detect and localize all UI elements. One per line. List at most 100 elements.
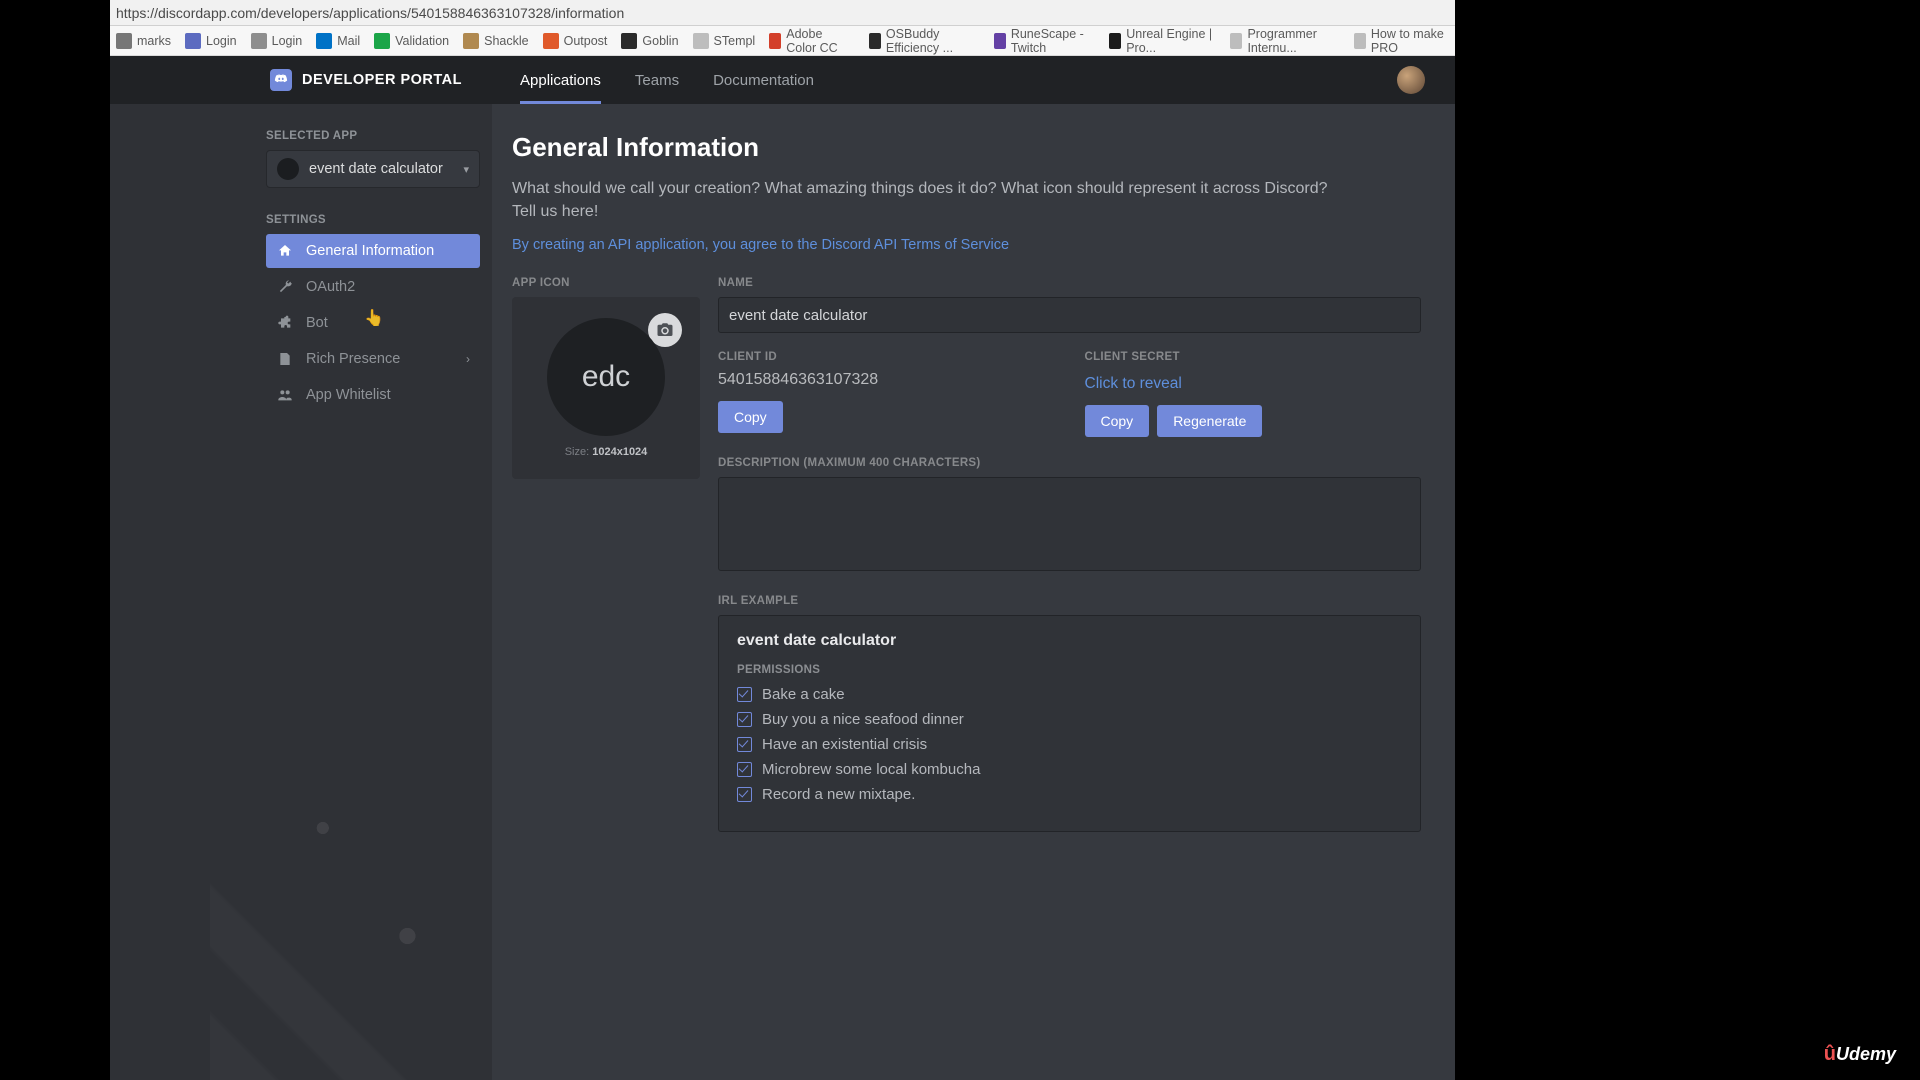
favicon-icon	[251, 33, 267, 49]
copy-client-id-button[interactable]: Copy	[718, 401, 783, 433]
main-content: General Information What should we call …	[492, 104, 1455, 1080]
client-id-label: CLIENT ID	[718, 351, 1055, 363]
nav-links: Applications Teams Documentation	[520, 56, 814, 104]
bookmark-label: Login	[206, 34, 237, 48]
sidebar-item-label: Rich Presence	[306, 351, 400, 367]
irl-app-name: event date calculator	[737, 632, 1402, 650]
permission-label: Buy you a nice seafood dinner	[762, 711, 964, 728]
camera-icon	[656, 321, 674, 339]
selected-app-heading: SELECTED APP	[266, 130, 480, 142]
letterbox-left	[0, 0, 110, 1080]
permission-item: Buy you a nice seafood dinner	[737, 711, 1402, 728]
bookmark-item[interactable]: Unreal Engine | Pro...	[1109, 27, 1216, 55]
discord-logo-icon	[270, 69, 292, 91]
chevron-right-icon: ›	[466, 352, 470, 366]
bookmark-item[interactable]: Programmer Internu...	[1230, 27, 1340, 55]
nav-documentation[interactable]: Documentation	[713, 56, 814, 104]
favicon-icon	[463, 33, 479, 49]
bookmark-label: Login	[272, 34, 303, 48]
bookmark-item[interactable]: RuneScape - Twitch	[994, 27, 1095, 55]
favicon-icon	[1230, 33, 1242, 49]
app-root: DEVELOPER PORTAL Applications Teams Docu…	[110, 56, 1455, 1080]
bookmark-item[interactable]: OSBuddy Efficiency ...	[869, 27, 980, 55]
permission-item: Have an existential crisis	[737, 736, 1402, 753]
top-nav: DEVELOPER PORTAL Applications Teams Docu…	[110, 56, 1455, 104]
bookmark-item[interactable]: marks	[116, 33, 171, 49]
sidebar-item-label: App Whitelist	[306, 387, 391, 403]
bookmark-label: Adobe Color CC	[786, 27, 855, 55]
bookmark-item[interactable]: Adobe Color CC	[769, 27, 855, 55]
bookmark-item[interactable]: Outpost	[543, 33, 608, 49]
bookmark-item[interactable]: Shackle	[463, 33, 528, 49]
bookmark-item[interactable]: Validation	[374, 33, 449, 49]
app-icon-label: APP ICON	[512, 277, 700, 289]
page-title: General Information	[512, 132, 1421, 163]
sidebar-item-general-information[interactable]: General Information	[266, 234, 480, 268]
name-input[interactable]	[718, 297, 1421, 333]
sidebar-item-app-whitelist[interactable]: App Whitelist	[266, 378, 480, 412]
sidebar: SELECTED APP event date calculator ▾ SET…	[110, 104, 492, 1080]
favicon-icon	[869, 33, 881, 49]
nav-applications[interactable]: Applications	[520, 56, 601, 104]
bookmark-item[interactable]: Goblin	[621, 33, 678, 49]
permission-label: Record a new mixtape.	[762, 786, 915, 803]
bookmark-label: STempl	[714, 34, 756, 48]
client-id-value: 540158846363107328	[718, 371, 1055, 389]
permission-item: Bake a cake	[737, 686, 1402, 703]
favicon-icon	[316, 33, 332, 49]
favicon-icon	[621, 33, 637, 49]
bookmark-item[interactable]: STempl	[693, 33, 756, 49]
bookmark-label: Shackle	[484, 34, 528, 48]
bookmark-label: Mail	[337, 34, 360, 48]
bookmark-label: Validation	[395, 34, 449, 48]
reveal-secret-link[interactable]: Click to reveal	[1085, 375, 1182, 393]
copy-client-secret-button[interactable]: Copy	[1085, 405, 1150, 437]
regenerate-secret-button[interactable]: Regenerate	[1157, 405, 1262, 437]
tos-link[interactable]: By creating an API application, you agre…	[512, 237, 1421, 253]
irl-example-card: event date calculator PERMISSIONS Bake a…	[718, 615, 1421, 832]
browser-url-bar[interactable]: https://discordapp.com/developers/applic…	[110, 0, 1455, 26]
letterbox-right	[1455, 0, 1920, 1080]
brand[interactable]: DEVELOPER PORTAL	[110, 69, 490, 91]
people-icon	[276, 386, 294, 404]
user-avatar[interactable]	[1397, 66, 1425, 94]
favicon-icon	[1354, 33, 1366, 49]
permissions-heading: PERMISSIONS	[737, 664, 1402, 676]
favicon-icon	[543, 33, 559, 49]
check-icon	[737, 737, 752, 752]
app-icon-circle[interactable]: edc	[547, 318, 665, 436]
nav-teams[interactable]: Teams	[635, 56, 679, 104]
description-label: DESCRIPTION (MAXIMUM 400 CHARACTERS)	[718, 457, 1421, 469]
description-textarea[interactable]	[718, 477, 1421, 571]
icon-size: Size: 1024x1024	[565, 446, 648, 458]
url-text: https://discordapp.com/developers/applic…	[116, 5, 1449, 21]
name-label: NAME	[718, 277, 1421, 289]
sidebar-item-oauth2[interactable]: OAuth2	[266, 270, 480, 304]
puzzle-icon	[276, 314, 294, 332]
selected-app-dropdown[interactable]: event date calculator ▾	[266, 150, 480, 188]
bookmark-item[interactable]: Login	[251, 33, 303, 49]
bookmark-label: OSBuddy Efficiency ...	[886, 27, 980, 55]
browser-viewport: https://discordapp.com/developers/applic…	[110, 0, 1455, 1080]
bookmark-label: Outpost	[564, 34, 608, 48]
permission-label: Have an existential crisis	[762, 736, 927, 753]
app-body: SELECTED APP event date calculator ▾ SET…	[110, 104, 1455, 1080]
bookmark-label: RuneScape - Twitch	[1011, 27, 1095, 55]
bookmark-item[interactable]: Mail	[316, 33, 360, 49]
sidebar-item-bot[interactable]: Bot	[266, 306, 480, 340]
permission-label: Bake a cake	[762, 686, 845, 703]
irl-example-label: IRL EXAMPLE	[718, 595, 1421, 607]
sidebar-item-rich-presence[interactable]: Rich Presence ›	[266, 342, 480, 376]
sidebar-item-label: Bot	[306, 315, 328, 331]
client-secret-label: CLIENT SECRET	[1085, 351, 1422, 363]
udemy-watermark: ûUdemy	[1824, 1043, 1896, 1066]
favicon-icon	[185, 33, 201, 49]
favicon-icon	[994, 33, 1006, 49]
bookmark-item[interactable]: Login	[185, 33, 237, 49]
bookmark-label: Programmer Internu...	[1247, 27, 1339, 55]
app-icon-initials: edc	[582, 360, 630, 394]
settings-heading: SETTINGS	[266, 214, 480, 226]
favicon-icon	[769, 33, 781, 49]
bookmark-item[interactable]: How to make PRO	[1354, 27, 1449, 55]
bookmark-label: How to make PRO	[1371, 27, 1449, 55]
